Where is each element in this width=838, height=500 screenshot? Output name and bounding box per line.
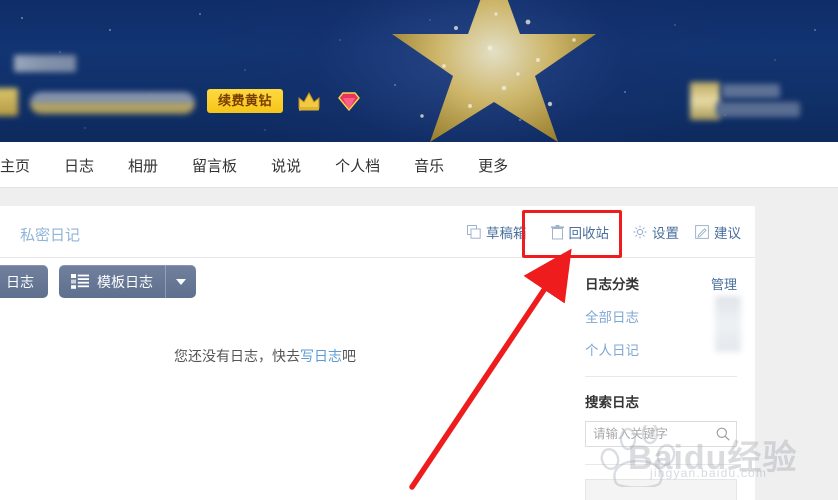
blurred-badge-left — [0, 88, 18, 116]
action-button-row: 日志 模板日志 — [0, 265, 196, 298]
search-icon[interactable] — [716, 427, 730, 441]
sidebar-divider-2 — [585, 464, 737, 465]
blurred-info-bar — [30, 92, 195, 114]
card-header: 私密日记 草稿箱 回收站 设置 建议 — [0, 206, 755, 258]
blurred-username — [14, 55, 76, 72]
crown-icon — [298, 91, 320, 111]
drafts-label: 草稿箱 — [486, 226, 527, 241]
diamond-icon — [338, 92, 360, 111]
search-box[interactable] — [585, 421, 737, 447]
log-sidebar: 日志分类 管理 全部日志 个人日记 搜索日志 1月 2月 — [567, 258, 755, 500]
nav-item-music[interactable]: 音乐 — [397, 155, 461, 176]
search-title: 搜索日志 — [585, 395, 639, 410]
nav-item-log[interactable]: 日志 — [47, 155, 111, 176]
drafts-icon — [467, 225, 481, 239]
suggestion-label: 建议 — [714, 226, 741, 241]
settings-button[interactable]: 设置 — [633, 222, 679, 242]
template-log-label: 模板日志 — [97, 273, 153, 290]
write-log-label: 日志 — [6, 273, 34, 290]
chevron-down-icon — [176, 278, 186, 285]
pencil-square-icon — [695, 225, 709, 239]
nav-item-home[interactable]: 主页 — [0, 155, 47, 176]
month-archive: 1月 2月 3月 4月 — [585, 479, 737, 500]
trash-icon — [550, 224, 564, 239]
settings-label: 设置 — [652, 226, 679, 241]
drafts-button[interactable]: 草稿箱 — [467, 222, 527, 242]
empty-state-prefix: 您还没有日志，快去 — [174, 348, 300, 364]
template-log-button[interactable]: 模板日志 — [59, 265, 196, 298]
category-header: 日志分类 管理 — [585, 273, 737, 293]
empty-state-suffix: 吧 — [342, 348, 356, 364]
page-root: 续费黄钻 主页 日志 相册 留言板 说说 个人档 音乐 更多 私密日记 草稿箱 … — [0, 0, 838, 500]
template-list-icon — [71, 274, 89, 289]
nav-item-album[interactable]: 相册 — [111, 155, 175, 176]
suggestion-button[interactable]: 建议 — [695, 222, 741, 242]
nav-item-more[interactable]: 更多 — [461, 155, 525, 176]
write-log-link[interactable]: 写日志 — [300, 348, 342, 364]
blurred-right-line2 — [716, 102, 800, 117]
profile-banner: 续费黄钻 — [0, 0, 838, 142]
nav-item-message-board[interactable]: 留言板 — [175, 155, 254, 176]
recycle-bin-button[interactable]: 回收站 — [543, 222, 618, 242]
blurred-sidebar-element — [715, 296, 741, 352]
manage-categories-link[interactable]: 管理 — [711, 274, 737, 293]
write-log-button[interactable]: 日志 — [0, 265, 48, 298]
nav-item-profile[interactable]: 个人档 — [318, 155, 397, 176]
private-diary-link[interactable]: 私密日记 — [20, 224, 80, 245]
gear-icon — [633, 225, 647, 239]
recycle-bin-label: 回收站 — [568, 226, 610, 241]
sidebar-divider-1 — [585, 376, 737, 377]
log-content-card: 私密日记 草稿箱 回收站 设置 建议 日志 模板日志 您还没有日志，快去写日志吧… — [0, 206, 755, 500]
template-dropdown-toggle[interactable] — [166, 265, 196, 298]
nav-item-shuoshuo[interactable]: 说说 — [254, 155, 318, 176]
card-toolbar: 草稿箱 回收站 设置 建议 — [467, 222, 741, 242]
renew-yellow-diamond-button[interactable]: 续费黄钻 — [207, 89, 283, 113]
glitter-star-graphic — [392, 0, 596, 142]
month-archive-header — [586, 480, 736, 500]
empty-state-message: 您还没有日志，快去写日志吧 — [0, 346, 530, 366]
main-navigation: 主页 日志 相册 留言板 说说 个人档 音乐 更多 — [0, 142, 838, 188]
blurred-right-line1 — [722, 84, 780, 98]
category-title: 日志分类 — [585, 277, 639, 292]
search-input[interactable] — [586, 422, 736, 446]
